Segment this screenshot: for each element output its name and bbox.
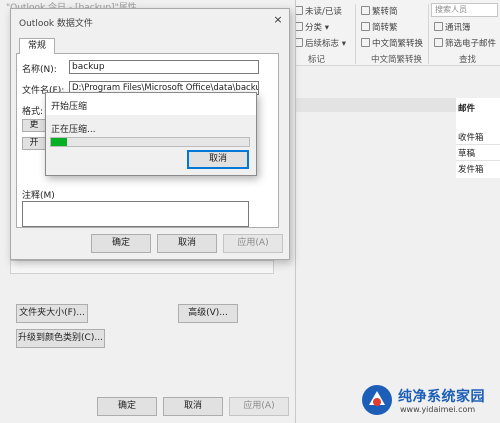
filter-icon xyxy=(434,38,443,47)
ok-button[interactable]: 确定 xyxy=(97,397,157,416)
apply-button[interactable]: 应用(A) xyxy=(223,234,283,253)
convert-icon xyxy=(361,38,370,47)
filter-email-button[interactable]: 筛选电子邮件 xyxy=(434,37,496,49)
group-find-label: 查找 xyxy=(459,55,477,65)
group-chinese-label: 中文简繁转换 xyxy=(371,55,423,65)
search-people-input[interactable]: 搜索人员 xyxy=(431,3,498,17)
obscured-button[interactable]: 更 xyxy=(22,119,46,132)
divider xyxy=(456,160,500,161)
folder-outbox[interactable]: 发件箱 xyxy=(458,163,484,175)
folder-pane: 邮件 收件箱 草稿 发件箱 xyxy=(456,98,500,178)
properties-panel xyxy=(10,260,274,274)
message-list-header xyxy=(288,98,456,112)
trad-to-simp-button[interactable]: 繁转简 xyxy=(361,5,398,17)
progress-fill xyxy=(51,138,67,146)
watermark-url: www.yidaimei.com xyxy=(400,405,476,414)
format-label: 格式: xyxy=(22,107,44,117)
obscured-button[interactable]: 开 xyxy=(22,137,46,150)
folder-pane-header: 邮件 xyxy=(458,104,476,114)
folder-size-button[interactable]: 文件夹大小(F)... xyxy=(16,304,88,323)
close-icon[interactable]: × xyxy=(270,12,286,28)
comment-textarea[interactable] xyxy=(22,201,249,227)
ok-button[interactable]: 确定 xyxy=(91,234,151,253)
comment-label: 注释(M) xyxy=(22,191,55,201)
apply-button[interactable]: 应用(A) xyxy=(229,397,289,416)
cancel-button[interactable]: 取消 xyxy=(187,150,249,169)
cancel-button[interactable]: 取消 xyxy=(157,234,217,253)
categorize-button[interactable]: 分类 ▾ xyxy=(294,21,329,33)
dialog-title: Outlook 数据文件 xyxy=(19,19,93,29)
folder-inbox[interactable]: 收件箱 xyxy=(458,131,484,143)
folder-drafts[interactable]: 草稿 xyxy=(458,147,475,159)
name-label: 名称(N): xyxy=(22,65,57,75)
dialog-titlebar: 开始压缩 xyxy=(46,93,256,115)
simp-to-trad-button[interactable]: 简转繁 xyxy=(361,21,398,33)
advanced-button[interactable]: 高级(V)... xyxy=(178,304,238,323)
compact-progress-dialog: 开始压缩 正在压缩... 取消 xyxy=(45,92,257,176)
cancel-button[interactable]: 取消 xyxy=(163,397,223,416)
convert-icon xyxy=(361,6,370,15)
followup-button[interactable]: 后续标志 ▾ xyxy=(294,37,346,49)
dialog-title: 开始压缩 xyxy=(51,102,88,112)
address-book-button[interactable]: 通讯簿 xyxy=(434,21,471,33)
name-field[interactable]: backup xyxy=(69,60,259,74)
chinese-convert-button[interactable]: 中文简繁转换 xyxy=(361,37,423,49)
ribbon-separator xyxy=(428,4,429,64)
group-tags-label: 标记 xyxy=(308,55,326,65)
ribbon-separator xyxy=(355,4,356,64)
upgrade-color-categories-button[interactable]: 升级到颜色类别(C)... xyxy=(16,329,105,348)
divider xyxy=(456,144,500,145)
unread-read-button[interactable]: 未读/已读 xyxy=(294,5,342,17)
address-book-icon xyxy=(434,22,443,31)
watermark-logo-icon xyxy=(362,385,392,415)
compact-status-text: 正在压缩... xyxy=(51,125,96,135)
convert-icon xyxy=(361,22,370,31)
progress-bar xyxy=(50,137,250,147)
tab-general[interactable]: 常规 xyxy=(19,38,55,54)
watermark-text: 纯净系统家园 xyxy=(398,389,485,405)
